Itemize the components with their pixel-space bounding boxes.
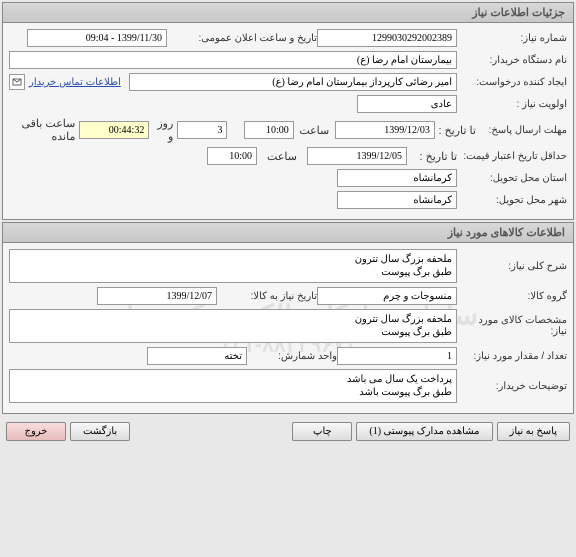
org-field[interactable] xyxy=(9,51,457,69)
qty-field[interactable] xyxy=(337,347,457,365)
buyernote-field[interactable] xyxy=(9,369,457,403)
province-label: استان محل تحویل: xyxy=(457,173,567,184)
days-label: روز و xyxy=(149,117,177,143)
creator-field[interactable] xyxy=(129,73,457,91)
buyernote-label: توضیحات خریدار: xyxy=(457,381,567,392)
countdown-field xyxy=(79,121,149,139)
button-bar: پاسخ به نیاز مشاهده مدارک پیوستی (1) چاپ… xyxy=(0,416,576,447)
creator-label: ایجاد کننده درخواست: xyxy=(457,77,567,88)
time-label-1: ساعت xyxy=(294,124,335,137)
minvalid-date-field[interactable] xyxy=(307,147,407,165)
spec-field[interactable] xyxy=(9,309,457,343)
desc-label: شرح کلی نیاز: xyxy=(457,261,567,272)
group-label: گروه کالا: xyxy=(457,291,567,302)
spec-label: مشخصات کالای مورد نیاز: xyxy=(457,315,567,337)
province-field[interactable] xyxy=(337,169,457,187)
remain-label: ساعت باقی مانده xyxy=(9,117,79,143)
desc-field[interactable] xyxy=(9,249,457,283)
until-label-2: تا تاریخ : xyxy=(407,150,457,163)
panel2-title: اطلاعات کالاهای مورد نیاز xyxy=(3,223,573,243)
days-remaining-field[interactable] xyxy=(177,121,227,139)
minvalid-label: حداقل تاریخ اعتبار قیمت: xyxy=(457,151,567,162)
minvalid-time-field[interactable] xyxy=(207,147,257,165)
contact-icon[interactable] xyxy=(9,74,25,90)
unit-label: واحد شمارش: xyxy=(247,351,337,362)
reply-button[interactable]: پاسخ به نیاز xyxy=(497,422,571,441)
need-number-field[interactable] xyxy=(317,29,457,47)
deadline-label: مهلت ارسال پاسخ: xyxy=(476,125,567,136)
priority-label: اولویت نیاز : xyxy=(457,99,567,110)
until-label-1: تا تاریخ : xyxy=(435,124,476,137)
back-button[interactable]: بازگشت xyxy=(70,422,130,441)
needby-field[interactable] xyxy=(97,287,217,305)
deadline-date-field[interactable] xyxy=(335,121,435,139)
panel1-title: جزئیات اطلاعات نیاز xyxy=(3,3,573,23)
contact-link[interactable]: اطلاعات تماس خریدار xyxy=(29,77,121,88)
unit-field[interactable] xyxy=(147,347,247,365)
goods-info-panel: اطلاعات کالاهای مورد نیاز سامانه تدارکات… xyxy=(2,222,574,414)
needby-label: تاریخ نیاز به کالا: xyxy=(217,291,317,302)
exit-button[interactable]: خروج xyxy=(6,422,66,441)
public-date-label: تاریخ و ساعت اعلان عمومی: xyxy=(167,33,317,44)
need-number-label: شماره نیاز: xyxy=(457,33,567,44)
city-field[interactable] xyxy=(337,191,457,209)
time-label-2: ساعت xyxy=(257,150,307,163)
attachments-button[interactable]: مشاهده مدارک پیوستی (1) xyxy=(356,422,492,441)
org-label: نام دستگاه خریدار: xyxy=(457,55,567,66)
city-label: شهر محل تحویل: xyxy=(457,195,567,206)
print-button[interactable]: چاپ xyxy=(292,422,352,441)
priority-field[interactable] xyxy=(357,95,457,113)
need-details-panel: جزئیات اطلاعات نیاز شماره نیاز: تاریخ و … xyxy=(2,2,574,220)
public-date-field[interactable] xyxy=(27,29,167,47)
deadline-time-field[interactable] xyxy=(244,121,294,139)
group-field[interactable] xyxy=(317,287,457,305)
qty-label: تعداد / مقدار مورد نیاز: xyxy=(457,351,567,362)
